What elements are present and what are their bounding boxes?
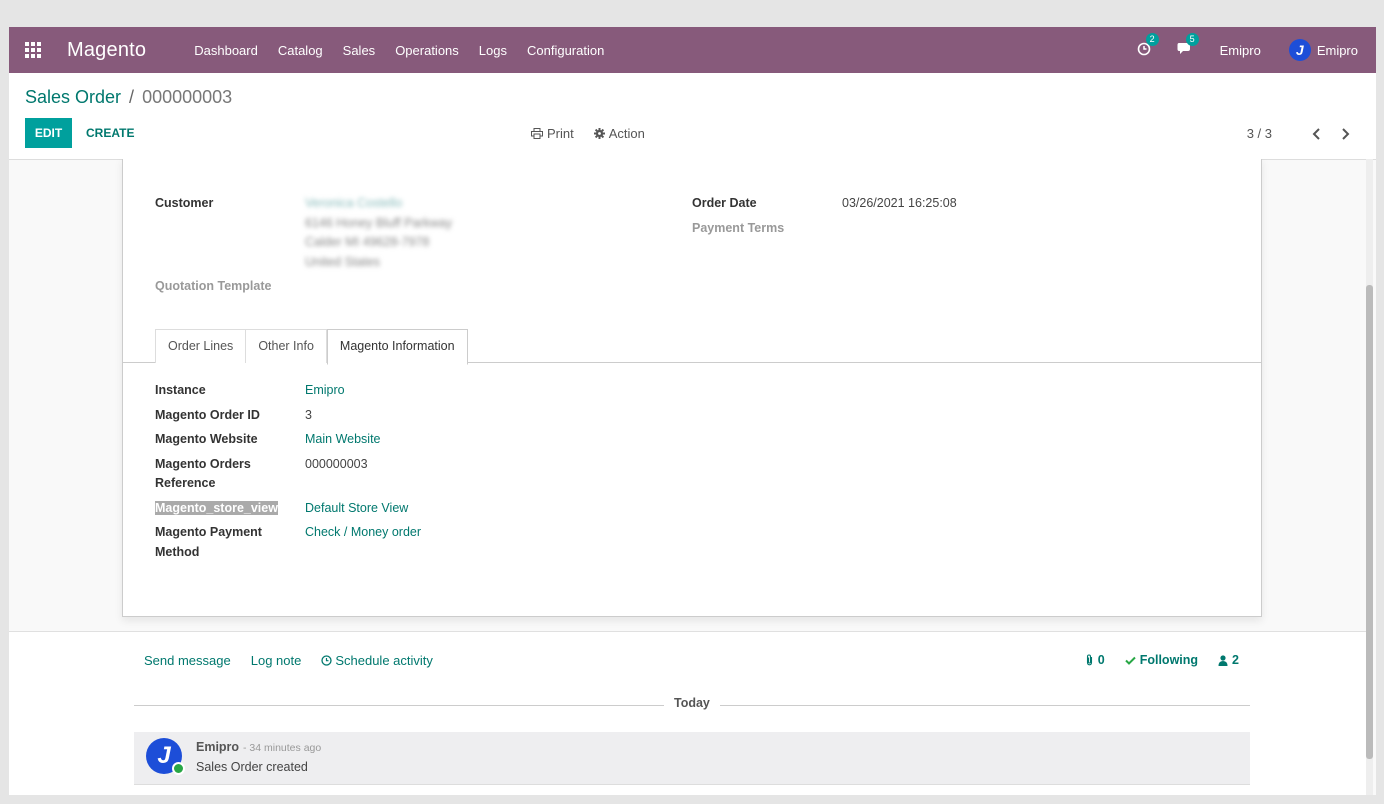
following-label: Following xyxy=(1139,653,1199,667)
instance-value[interactable]: Emipro xyxy=(305,383,345,397)
form-view: Customer Veronica Costello 6146 Honey Bl… xyxy=(9,159,1376,631)
schedule-activity-label: Schedule activity xyxy=(335,653,433,668)
action-label: Action xyxy=(608,126,645,141)
app-brand[interactable]: Magento xyxy=(67,39,146,62)
gear-icon xyxy=(593,128,605,139)
customer-name[interactable]: Veronica Costello xyxy=(305,196,402,210)
schedule-activity-button[interactable]: Schedule activity xyxy=(321,653,433,668)
menu-sales[interactable]: Sales xyxy=(343,43,376,58)
chatter-topbar: Send message Log note Schedule activity xyxy=(144,653,453,668)
online-status-icon xyxy=(172,762,185,775)
menu-operations[interactable]: Operations xyxy=(395,43,459,58)
print-button[interactable]: Print xyxy=(531,126,574,141)
menu-logs[interactable]: Logs xyxy=(479,43,507,58)
customer-label: Customer xyxy=(155,196,214,210)
customer-address-line-1: 6146 Honey Bluff Parkway xyxy=(305,216,453,230)
edit-button[interactable]: EDIT xyxy=(25,118,72,148)
message-author[interactable]: Emipro xyxy=(196,740,239,754)
action-button[interactable]: Action xyxy=(593,126,645,141)
breadcrumb-separator: / xyxy=(129,87,135,107)
breadcrumb-sales-order[interactable]: Sales Order xyxy=(25,87,121,108)
action-toolbar: Print Action xyxy=(531,126,665,141)
menu-catalog[interactable]: Catalog xyxy=(278,43,323,58)
tab-other-info[interactable]: Other Info xyxy=(246,329,327,363)
print-label: Print xyxy=(547,126,574,141)
log-note-button[interactable]: Log note xyxy=(251,653,302,668)
clock-icon xyxy=(321,655,332,666)
website-value[interactable]: Main Website xyxy=(305,432,381,446)
company-switcher[interactable]: Emipro xyxy=(1220,43,1261,58)
top-navbar: Magento Dashboard Catalog Sales Operatio… xyxy=(9,27,1376,73)
chatter-message: J Emipro - 34 minutes ago Sales Order cr… xyxy=(134,732,1250,785)
create-button[interactable]: CREATE xyxy=(86,118,134,148)
form-sheet: Customer Veronica Costello 6146 Honey Bl… xyxy=(122,159,1262,617)
paperclip-icon xyxy=(1086,654,1092,666)
print-icon xyxy=(531,128,543,139)
order-id-value: 3 xyxy=(305,408,312,422)
payment-method-label-line-2: Method xyxy=(155,545,200,559)
notebook-tabs: Order Lines Other Info Magento Informati… xyxy=(155,329,468,365)
activity-count-badge: 2 xyxy=(1145,32,1159,46)
user-menu[interactable]: J Emipro xyxy=(1288,39,1358,61)
order-date-value: 03/26/2021 16:25:08 xyxy=(842,196,957,210)
payment-method-value[interactable]: Check / Money order xyxy=(305,525,421,539)
menu-configuration[interactable]: Configuration xyxy=(527,43,604,58)
user-avatar: J xyxy=(1288,39,1311,61)
breadcrumb-current: 000000003 xyxy=(142,87,233,107)
payment-method-label-line-1: Magento Payment xyxy=(155,525,262,539)
check-icon xyxy=(1125,656,1136,665)
pager-value[interactable]: 3 / 3 xyxy=(1247,126,1272,141)
tab-magento-information[interactable]: Magento Information xyxy=(326,329,468,365)
customer-address-line-2: Calder MI 49628-7978 xyxy=(305,235,430,249)
pager-previous-icon[interactable] xyxy=(1309,126,1325,142)
control-panel: Sales Order / 000000003 EDIT CREATE Prin… xyxy=(9,73,1376,160)
chatter-followers-bar: 0 Following 2 xyxy=(1065,653,1239,667)
messaging-tray[interactable]: 5 xyxy=(1177,33,1199,58)
following-button[interactable]: Following xyxy=(1125,653,1198,667)
order-id-label: Magento Order ID xyxy=(155,408,260,422)
orders-reference-label-line-1: Magento Orders xyxy=(155,457,251,471)
breadcrumb: Sales Order / 000000003 xyxy=(25,87,232,108)
pager-next-icon[interactable] xyxy=(1337,126,1353,142)
quotation-template-label: Quotation Template xyxy=(155,279,272,293)
apps-menu-icon[interactable] xyxy=(25,42,41,58)
main-menu: Dashboard Catalog Sales Operations Logs … xyxy=(194,43,624,58)
activity-tray[interactable]: 2 xyxy=(1137,32,1159,59)
orders-reference-value: 000000003 xyxy=(305,457,368,471)
customer-address-line-3: United States xyxy=(305,255,381,269)
store-view-value[interactable]: Default Store View xyxy=(305,501,408,515)
website-label: Magento Website xyxy=(155,432,258,446)
tab-order-lines[interactable]: Order Lines xyxy=(155,329,247,363)
systray: 2 5 Emipro J Emipro xyxy=(1111,27,1358,73)
menu-dashboard[interactable]: Dashboard xyxy=(194,43,258,58)
date-separator-label: Today xyxy=(664,696,720,710)
payment-terms-label: Payment Terms xyxy=(692,221,785,235)
instance-label: Instance xyxy=(155,383,206,397)
attachments-button[interactable]: 0 xyxy=(1085,653,1105,667)
store-view-label: Magento_store_view xyxy=(155,501,278,515)
order-date-label: Order Date xyxy=(692,196,757,210)
followers-count: 2 xyxy=(1232,653,1239,667)
app-window: Magento Dashboard Catalog Sales Operatio… xyxy=(9,27,1376,795)
attachments-count: 0 xyxy=(1097,653,1105,667)
user-name: Emipro xyxy=(1316,42,1358,58)
chatter: Send message Log note Schedule activity … xyxy=(9,631,1367,795)
user-icon xyxy=(1218,654,1228,666)
orders-reference-label-line-2: Reference xyxy=(155,476,216,490)
message-date: - 34 minutes ago xyxy=(243,742,322,754)
message-body: Sales Order created xyxy=(196,760,308,774)
page-scrollbar-thumb[interactable] xyxy=(1366,285,1373,759)
message-count-badge: 5 xyxy=(1185,33,1199,46)
send-message-button[interactable]: Send message xyxy=(144,653,231,668)
followers-button[interactable]: 2 xyxy=(1218,653,1239,667)
page-scrollbar[interactable] xyxy=(1366,159,1373,795)
